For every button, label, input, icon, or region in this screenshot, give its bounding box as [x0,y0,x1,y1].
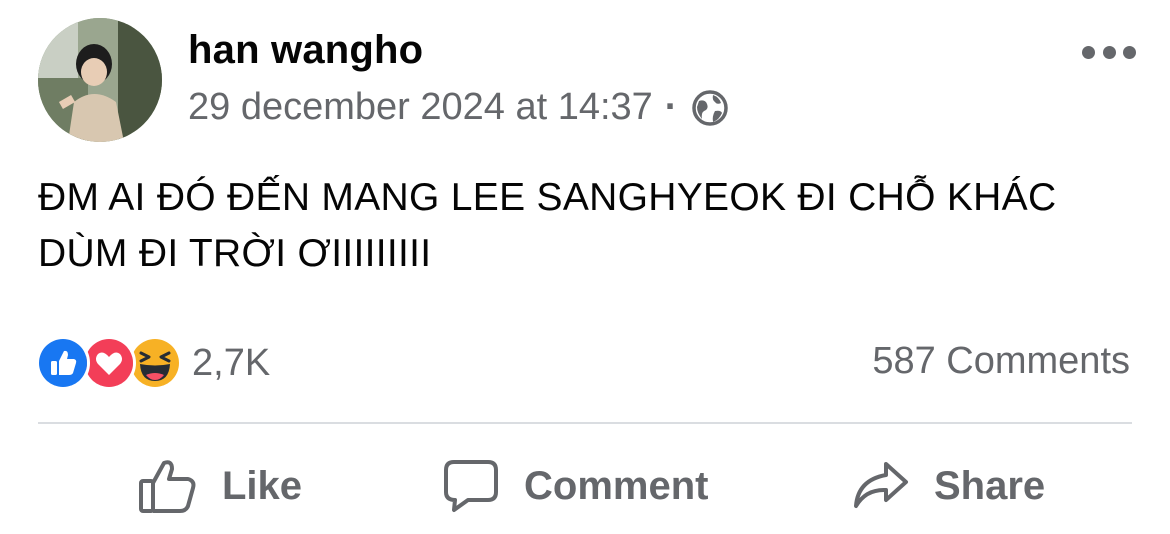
dot-icon [1082,45,1095,59]
speech-bubble-icon [444,460,498,512]
haha-reaction-icon [128,336,182,390]
globe-icon[interactable] [691,89,729,127]
love-reaction-icon [82,336,136,390]
reactions-summary[interactable]: 2,7K [36,336,270,390]
like-reaction-icon [36,336,90,390]
meta-separator: · [664,86,678,128]
like-label: Like [222,463,303,508]
reaction-count: 2,7K [192,341,271,384]
post-meta: 29 december 2024 at 14:37 · [188,86,729,129]
share-label: Share [934,463,1046,508]
share-button[interactable]: Share [852,456,1045,516]
more-options-button[interactable] [1082,40,1136,64]
post-timestamp[interactable]: 29 december 2024 at 14:37 [188,86,653,129]
comment-label: Comment [524,463,709,508]
share-arrow-icon [854,462,908,508]
comment-button[interactable]: Comment [442,456,708,516]
author-name[interactable]: han wangho [188,28,423,73]
like-button[interactable]: Like [138,456,302,516]
dot-icon [1102,45,1116,59]
avatar[interactable] [38,18,162,142]
thumbs-up-icon [139,460,196,513]
divider [38,422,1132,424]
dot-icon [1123,45,1136,59]
comments-count-link[interactable]: 587 Comments [872,340,1130,383]
post-text: ĐM AI ĐÓ ĐẾN MANG LEE SANGHYEOK ĐI CHỖ K… [38,176,1057,275]
